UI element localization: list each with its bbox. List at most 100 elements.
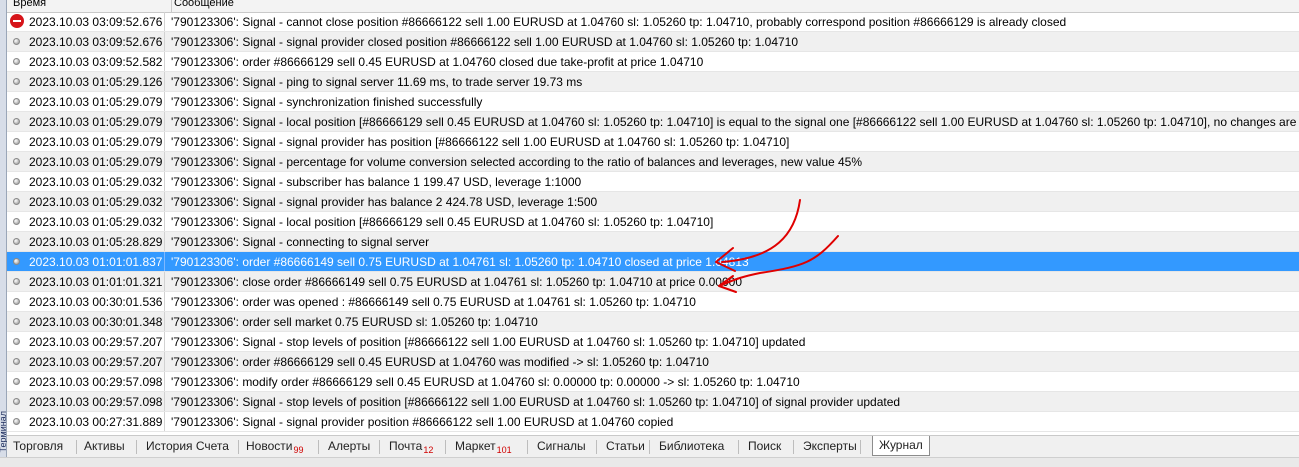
journal-row[interactable]: 2023.10.03 00:27:31.889 '790123306': Sign… <box>7 412 1299 432</box>
row-time: 2023.10.03 01:05:29.032 <box>29 195 163 209</box>
row-divider <box>164 32 165 51</box>
tab-divider <box>738 440 739 454</box>
row-message: '790123306': Signal - stop levels of pos… <box>171 395 901 409</box>
tab-7[interactable]: Маркет101 <box>455 439 512 455</box>
tab-divider <box>793 440 794 454</box>
row-time: 2023.10.03 01:01:01.837 <box>29 255 163 269</box>
journal-row[interactable]: 2023.10.03 00:30:01.536 '790123306': orde… <box>7 292 1299 312</box>
tab-8[interactable]: Сигналы <box>537 439 586 453</box>
row-message: '790123306': order sell market 0.75 EURU… <box>171 315 538 329</box>
row-message: '790123306': Signal - signal provider ha… <box>171 135 790 149</box>
tab-11[interactable]: Поиск <box>748 439 781 453</box>
tab-badge: 12 <box>423 445 434 455</box>
journal-row[interactable]: 2023.10.03 01:05:28.829 '790123306': Sign… <box>7 232 1299 252</box>
terminal-tabs-bar: Торговля Активы История Счета Новости99 Алер… <box>7 435 1299 458</box>
info-dot-icon <box>13 378 20 385</box>
journal-row[interactable]: 2023.10.03 00:29:57.207 '790123306': Sign… <box>7 332 1299 352</box>
column-header-message[interactable]: Сообщение <box>174 0 234 9</box>
terminal-side-panel[interactable]: Терминал <box>0 0 8 466</box>
row-divider <box>164 332 165 351</box>
tab-divider <box>860 440 861 454</box>
row-message: '790123306': order #86666129 sell 0.45 E… <box>171 355 709 369</box>
row-time: 2023.10.03 00:30:01.536 <box>29 295 163 309</box>
journal-row[interactable]: 2023.10.03 01:05:29.079 '790123306': Sign… <box>7 152 1299 172</box>
column-divider[interactable] <box>171 0 172 12</box>
row-divider <box>164 212 165 231</box>
journal-row[interactable]: 2023.10.03 00:29:57.207 '790123306': orde… <box>7 352 1299 372</box>
tab-label: Почта <box>389 439 423 453</box>
journal-row[interactable]: 2023.10.03 01:05:29.032 '790123306': Sign… <box>7 192 1299 212</box>
row-divider <box>164 372 165 391</box>
row-divider <box>164 192 165 211</box>
journal-row[interactable]: 2023.10.03 01:01:01.837 '790123306': orde… <box>7 252 1299 272</box>
tab-9[interactable]: Статьи <box>606 439 645 453</box>
row-message: '790123306': order #86666149 sell 0.75 E… <box>171 255 749 269</box>
tab-10[interactable]: Библиотека <box>659 439 724 453</box>
journal-row[interactable]: 2023.10.03 01:01:01.321 '790123306': clos… <box>7 272 1299 292</box>
tab-badge: 99 <box>293 445 304 455</box>
row-divider <box>164 292 165 311</box>
row-message: '790123306': Signal - stop levels of pos… <box>171 335 806 349</box>
tab-2[interactable]: Активы <box>84 439 125 453</box>
row-message: '790123306': Signal - local position [#8… <box>171 115 1299 129</box>
tab-6[interactable]: Почта12 <box>389 439 434 455</box>
tab-4[interactable]: Новости99 <box>246 439 304 455</box>
info-dot-icon <box>13 258 20 265</box>
journal-log-table: 2023.10.03 03:09:52.676 '790123306': Sign… <box>7 12 1299 432</box>
row-divider <box>164 232 165 251</box>
journal-row[interactable]: 2023.10.03 01:05:29.079 '790123306': Sign… <box>7 132 1299 152</box>
row-time: 2023.10.03 00:29:57.207 <box>29 355 163 369</box>
tab-12[interactable]: Эксперты <box>803 439 857 453</box>
journal-row[interactable]: 2023.10.03 01:05:29.032 '790123306': Sign… <box>7 172 1299 192</box>
journal-row[interactable]: 2023.10.03 01:05:29.079 '790123306': Sign… <box>7 92 1299 112</box>
tab-1[interactable]: Торговля <box>13 439 63 453</box>
info-dot-icon <box>13 78 20 85</box>
row-message: '790123306': modify order #86666129 sell… <box>171 375 800 389</box>
tab-label: Торговля <box>13 439 64 453</box>
row-time: 2023.10.03 00:29:57.098 <box>29 395 163 409</box>
row-divider <box>164 352 165 371</box>
tab-5[interactable]: Алерты <box>328 439 370 453</box>
info-dot-icon <box>13 118 20 125</box>
row-divider <box>164 52 165 71</box>
row-time: 2023.10.03 01:05:29.079 <box>29 155 163 169</box>
tab-3[interactable]: История Счета <box>146 439 229 453</box>
tab-label: Новости <box>246 439 293 453</box>
row-message: '790123306': Signal - synchronization fi… <box>171 95 483 109</box>
row-divider <box>164 392 165 411</box>
journal-row[interactable]: 2023.10.03 00:30:01.348 '790123306': orde… <box>7 312 1299 332</box>
row-divider <box>164 312 165 331</box>
info-dot-icon <box>13 278 20 285</box>
row-message: '790123306': order was opened : #8666614… <box>171 295 696 309</box>
error-icon <box>10 14 24 28</box>
journal-row[interactable]: 2023.10.03 03:09:52.676 '790123306': Sign… <box>7 32 1299 52</box>
row-time: 2023.10.03 01:05:29.079 <box>29 135 163 149</box>
info-dot-icon <box>13 38 20 45</box>
tab-label: Поиск <box>748 439 782 453</box>
row-time: 2023.10.03 00:29:57.098 <box>29 375 163 389</box>
row-message: '790123306': Signal - local position [#8… <box>171 215 714 229</box>
journal-row[interactable]: 2023.10.03 00:29:57.098 '790123306': modi… <box>7 372 1299 392</box>
info-dot-icon <box>13 398 20 405</box>
tab-label: Статьи <box>606 439 645 453</box>
info-dot-icon <box>13 138 20 145</box>
journal-row[interactable]: 2023.10.03 00:29:57.098 '790123306': Sign… <box>7 392 1299 412</box>
journal-row[interactable]: 2023.10.03 01:05:29.079 '790123306': Sign… <box>7 112 1299 132</box>
journal-row[interactable]: 2023.10.03 01:05:29.032 '790123306': Sign… <box>7 212 1299 232</box>
row-time: 2023.10.03 01:05:28.829 <box>29 235 163 249</box>
row-divider <box>164 152 165 171</box>
column-header-time[interactable]: Время <box>13 0 46 9</box>
info-dot-icon <box>13 98 20 105</box>
row-divider <box>164 252 165 271</box>
tab-divider <box>238 440 239 454</box>
info-dot-icon <box>13 418 20 425</box>
row-time: 2023.10.03 01:05:29.032 <box>29 175 163 189</box>
journal-row[interactable]: 2023.10.03 01:05:29.126 '790123306': Sign… <box>7 72 1299 92</box>
journal-row[interactable]: 2023.10.03 03:09:52.582 '790123306': orde… <box>7 52 1299 72</box>
journal-row[interactable]: 2023.10.03 03:09:52.676 '790123306': Sign… <box>7 12 1299 32</box>
info-dot-icon <box>13 158 20 165</box>
row-message: '790123306': Signal - ping to signal ser… <box>171 75 583 89</box>
row-time: 2023.10.03 03:09:52.676 <box>29 15 163 29</box>
tab-13[interactable]: Журнал <box>872 436 930 456</box>
row-time: 2023.10.03 01:05:29.079 <box>29 115 163 129</box>
